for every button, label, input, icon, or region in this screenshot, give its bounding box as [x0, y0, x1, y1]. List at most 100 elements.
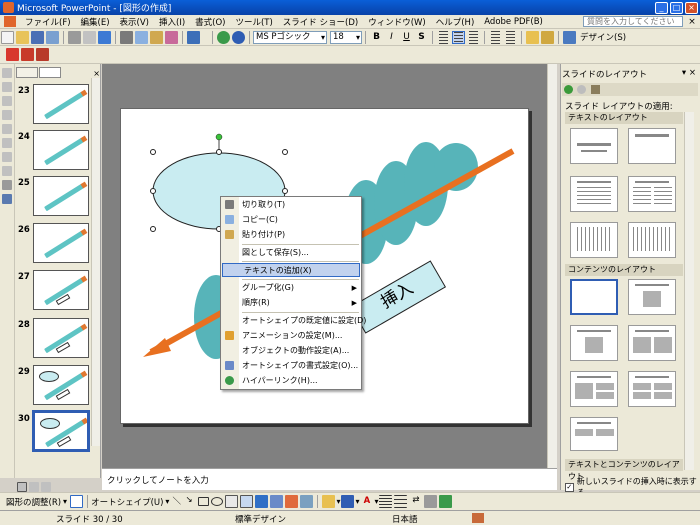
- menu-item-order[interactable]: 順序(R) ▶: [221, 296, 361, 310]
- tool-icon[interactable]: [2, 152, 12, 162]
- home-icon[interactable]: [591, 85, 600, 94]
- menu-item-action-settings[interactable]: オブジェクトの動作設定(A)...: [221, 344, 361, 358]
- align-center-icon[interactable]: [452, 30, 465, 44]
- slide-thumbnail[interactable]: [33, 176, 89, 216]
- font-name-select[interactable]: MS Pゴシック: [253, 30, 327, 44]
- design-button[interactable]: デザイン(S): [577, 31, 629, 43]
- resize-handle[interactable]: [150, 226, 156, 232]
- dropdown-arrow-icon[interactable]: ▾: [355, 497, 359, 506]
- arrow-style-icon[interactable]: ⇄: [409, 495, 422, 508]
- numbered-list-icon[interactable]: [489, 30, 502, 44]
- bold-button[interactable]: B: [370, 31, 383, 44]
- design-icon[interactable]: [563, 30, 576, 44]
- slide-vertical-scrollbar[interactable]: [547, 64, 557, 468]
- toolbar-options-icon[interactable]: [51, 48, 57, 61]
- layout-two-content[interactable]: [628, 325, 676, 361]
- document-icon[interactable]: [4, 16, 16, 27]
- normal-view-icon[interactable]: [17, 482, 27, 492]
- menu-item-hyperlink[interactable]: ハイパーリンク(H)...: [221, 374, 361, 388]
- layout-four-content[interactable]: [628, 371, 676, 407]
- menu-insert[interactable]: 挿入(I): [154, 16, 190, 28]
- picture-icon[interactable]: [300, 495, 314, 508]
- menu-view[interactable]: 表示(V): [115, 16, 154, 28]
- open-icon[interactable]: [16, 30, 29, 44]
- menu-item-set-default[interactable]: オートシェイプの既定値に設定(D): [221, 314, 366, 328]
- help-icon[interactable]: [232, 30, 245, 44]
- bullet-list-icon[interactable]: [504, 30, 517, 44]
- tool-icon[interactable]: [2, 82, 12, 92]
- font-color-icon[interactable]: A: [360, 495, 373, 508]
- autoshapes-button[interactable]: オートシェイプ(U): [91, 496, 163, 508]
- menu-window[interactable]: ウィンドウ(W): [363, 16, 431, 28]
- copy-icon[interactable]: [135, 30, 148, 44]
- diagram-icon[interactable]: [270, 495, 284, 508]
- underline-button[interactable]: U: [400, 31, 413, 44]
- undo-dropdown-icon[interactable]: [202, 31, 208, 44]
- dropdown-arrow-icon[interactable]: ▾: [336, 497, 340, 506]
- minimize-button[interactable]: _: [655, 1, 668, 14]
- tool-icon[interactable]: [2, 110, 12, 120]
- back-icon[interactable]: [564, 85, 573, 94]
- layout-vertical-title-text[interactable]: [628, 222, 676, 258]
- tool-icon[interactable]: [2, 180, 12, 190]
- slide-thumbnail[interactable]: [33, 270, 89, 310]
- layout-title-slide[interactable]: [570, 128, 618, 164]
- layout-vertical-text[interactable]: [570, 222, 618, 258]
- increase-font-icon[interactable]: [526, 30, 539, 44]
- pdf-email-icon[interactable]: [21, 48, 34, 61]
- sorter-view-icon[interactable]: [29, 482, 39, 492]
- menu-help[interactable]: ヘルプ(H): [431, 16, 480, 28]
- line-color-icon[interactable]: [341, 495, 355, 508]
- rectangle-icon[interactable]: [198, 497, 210, 506]
- menu-item-copy[interactable]: コピー(C): [221, 213, 361, 227]
- slide-thumbnail[interactable]: [33, 365, 89, 405]
- format-painter-icon[interactable]: [165, 30, 178, 44]
- layout-content-2-content[interactable]: [570, 371, 618, 407]
- hyperlink-icon[interactable]: [217, 30, 230, 44]
- 3d-style-icon[interactable]: [439, 495, 453, 508]
- dropdown-arrow-icon[interactable]: ▾: [165, 497, 169, 506]
- task-pane-close-icon[interactable]: ▾ ×: [682, 68, 696, 78]
- menu-item-group[interactable]: グループ化(G) ▶: [221, 281, 361, 295]
- close-document-button[interactable]: ×: [686, 17, 698, 27]
- menu-item-cut[interactable]: 切り取り(T): [221, 198, 361, 212]
- rotate-handle[interactable]: [215, 133, 223, 141]
- undo-icon[interactable]: [187, 30, 200, 44]
- new-icon[interactable]: [1, 30, 14, 44]
- font-size-select[interactable]: 18: [330, 30, 362, 44]
- menu-tools[interactable]: ツール(T): [230, 16, 277, 28]
- layout-blank[interactable]: [570, 279, 618, 315]
- tool-icon[interactable]: [2, 138, 12, 148]
- tool-icon[interactable]: [2, 124, 12, 134]
- help-search-input[interactable]: 質問を入力してください: [583, 16, 683, 27]
- menu-file[interactable]: ファイル(F): [20, 16, 76, 28]
- menu-item-add-text[interactable]: テキストの追加(X): [222, 263, 360, 277]
- close-panel-icon[interactable]: ×: [93, 69, 100, 78]
- italic-button[interactable]: I: [385, 31, 398, 44]
- wordart-icon[interactable]: [255, 495, 269, 508]
- paste-icon[interactable]: [150, 30, 163, 44]
- tool-icon[interactable]: [2, 166, 12, 176]
- slide-thumbnail[interactable]: [33, 84, 89, 124]
- cut-icon[interactable]: [120, 30, 133, 44]
- tab-slides[interactable]: [39, 67, 61, 78]
- fill-color-icon[interactable]: [322, 495, 336, 508]
- menu-slideshow[interactable]: スライド ショー(D): [278, 16, 363, 28]
- tab-outline[interactable]: [16, 67, 38, 78]
- resize-handle[interactable]: [150, 188, 156, 194]
- maximize-button[interactable]: □: [670, 1, 683, 14]
- slide-thumbnail[interactable]: [33, 130, 89, 170]
- menu-adobe-pdf[interactable]: Adobe PDF(B): [479, 17, 548, 27]
- layout-two-column[interactable]: [628, 176, 676, 212]
- menu-item-paste[interactable]: 貼り付け(P): [221, 228, 361, 242]
- pdf-review-icon[interactable]: [36, 48, 49, 61]
- resize-handle[interactable]: [150, 149, 156, 155]
- textbox-icon[interactable]: [225, 495, 239, 508]
- shadow-button[interactable]: S: [415, 31, 428, 44]
- tool-icon[interactable]: [2, 96, 12, 106]
- layout-title-text[interactable]: [570, 176, 618, 212]
- menu-item-animation[interactable]: アニメーションの設定(M)...: [221, 329, 361, 343]
- oval-icon[interactable]: [211, 497, 224, 506]
- layout-title-content[interactable]: [570, 325, 618, 361]
- vertical-textbox-icon[interactable]: [240, 495, 254, 508]
